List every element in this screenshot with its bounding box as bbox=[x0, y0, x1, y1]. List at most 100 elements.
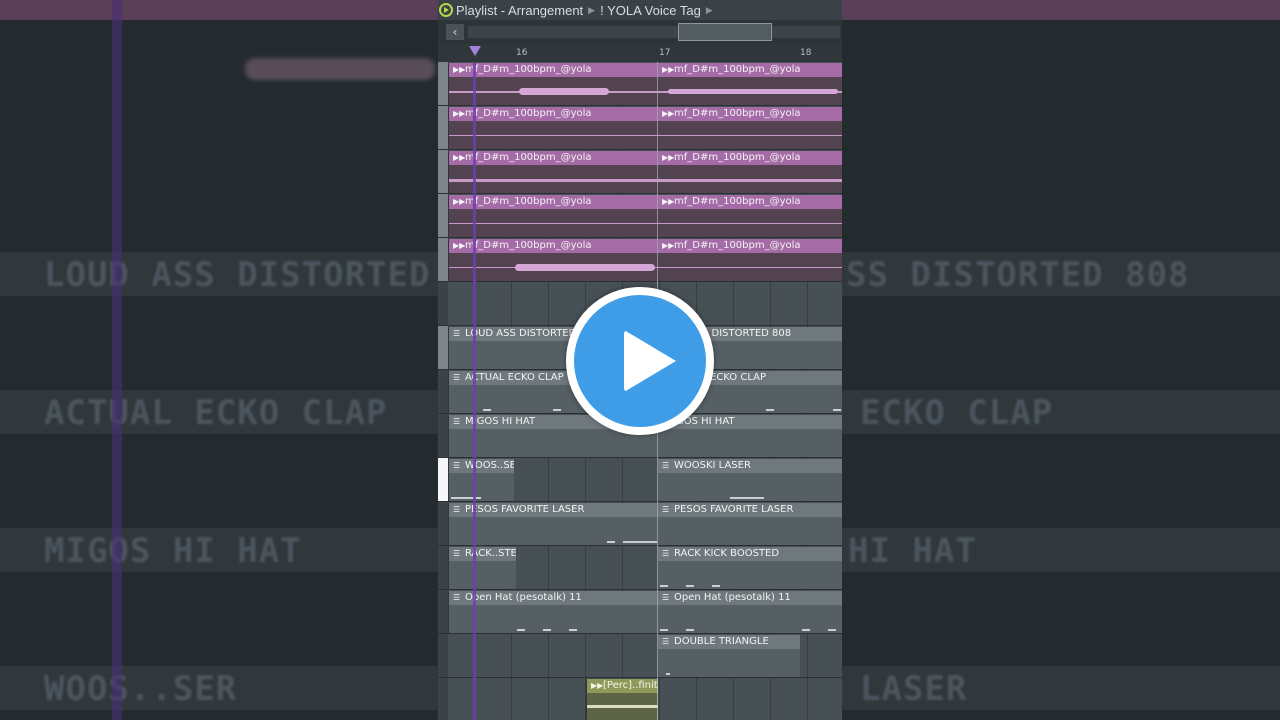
bg-label-woos: WOOS..SER bbox=[44, 669, 238, 709]
track-handle[interactable] bbox=[438, 458, 448, 501]
pattern-clip-icon: ☰ bbox=[453, 329, 461, 338]
track-row[interactable]: ☰ PESOS FAVORITE LASER ☰ PESOS FAVORITE LA… bbox=[438, 502, 842, 546]
track-handle[interactable] bbox=[438, 194, 448, 237]
fl-studio-play-icon[interactable] bbox=[439, 3, 453, 17]
clip-label: mf_D#m_100bpm_@yola bbox=[465, 240, 592, 251]
perc-clip[interactable]: ▶▶[Perc]..finite bbox=[586, 679, 658, 720]
pattern-clip[interactable]: ☰ DOUBLE TRIANGLE bbox=[657, 635, 800, 677]
track-handle[interactable] bbox=[438, 590, 448, 633]
pattern-clip-icon: ☰ bbox=[453, 505, 461, 514]
bg-label-ecko: ACTUAL ECKO CLAP bbox=[44, 393, 388, 433]
audio-clip-icon: ▶▶ bbox=[662, 109, 675, 118]
note bbox=[607, 541, 615, 543]
audio-clip[interactable]: ▶▶mf_D#m_100bpm_@yola bbox=[657, 63, 842, 105]
title-bar[interactable]: Playlist - Arrangement ▶ ! YOLA Voice Ta… bbox=[438, 0, 842, 20]
track-handle[interactable] bbox=[438, 282, 448, 325]
pattern-clip[interactable]: ☰RACK..STED bbox=[448, 547, 516, 589]
audio-clip[interactable]: ▶▶mf_D#m_100bpm_@yola bbox=[448, 239, 658, 281]
scroll-track[interactable] bbox=[468, 26, 840, 38]
pattern-clip-icon: ☰ bbox=[662, 549, 670, 558]
waveform bbox=[449, 179, 658, 182]
pattern-clip[interactable]: ☰WOOS..SER bbox=[448, 459, 514, 501]
playhead-line[interactable] bbox=[473, 62, 476, 720]
audio-clip[interactable]: ▶▶mf_D#m_100bpm_@yola bbox=[657, 195, 842, 237]
note bbox=[666, 673, 670, 675]
track-handle[interactable] bbox=[438, 150, 448, 193]
bg-playhead-line bbox=[112, 0, 122, 720]
pattern-clip[interactable]: ☰ RACK KICK BOOSTED bbox=[657, 547, 842, 589]
play-button[interactable] bbox=[566, 287, 714, 435]
audio-clip[interactable]: ▶▶mf_D#m_100bpm_@yola bbox=[448, 195, 658, 237]
waveform bbox=[658, 179, 842, 182]
audio-clip[interactable]: ▶▶mf_D#m_100bpm_@yola bbox=[657, 151, 842, 193]
clip-label: mf_D#m_100bpm_@yola bbox=[674, 152, 801, 163]
audio-clip-icon: ▶▶ bbox=[453, 109, 466, 118]
track-handle[interactable] bbox=[438, 546, 448, 589]
play-icon[interactable] bbox=[574, 295, 706, 427]
track-handle[interactable] bbox=[438, 502, 448, 545]
track-handle[interactable] bbox=[438, 326, 448, 369]
track-row[interactable]: ☰ Open Hat (pesotalk) 11 ☰ Open Hat (pesot… bbox=[438, 590, 842, 634]
track-row[interactable]: ▶▶mf_D#m_100bpm_@yola ▶▶mf_D#m_100bpm_@y… bbox=[438, 62, 842, 106]
pattern-clip[interactable]: ☰ Open Hat (pesotalk) 11 bbox=[448, 591, 658, 633]
track-row[interactable]: ▶▶mf_D#m_100bpm_@yola ▶▶mf_D#m_100bpm_@y… bbox=[438, 150, 842, 194]
pattern-clip[interactable]: ☰ Open Hat (pesotalk) 11 bbox=[657, 591, 842, 633]
track-row[interactable]: ☰WOOS..SER ☰ WOOSKI LASER bbox=[438, 458, 842, 502]
note bbox=[686, 585, 694, 587]
audio-clip[interactable]: ▶▶mf_D#m_100bpm_@yola bbox=[448, 151, 658, 193]
playhead-marker-icon[interactable] bbox=[469, 46, 481, 56]
track-handle[interactable] bbox=[438, 370, 448, 413]
pattern-clip[interactable]: ☰ PESOS FAVORITE LASER bbox=[448, 503, 658, 545]
pattern-clip-icon: ☰ bbox=[453, 417, 461, 426]
audio-clip[interactable]: ▶▶mf_D#m_100bpm_@yola bbox=[657, 107, 842, 149]
pattern-clip[interactable]: GOS HI HAT bbox=[657, 415, 842, 457]
track-row[interactable]: ▶▶mf_D#m_100bpm_@yola ▶▶mf_D#m_100bpm_@y… bbox=[438, 194, 842, 238]
track-handle[interactable] bbox=[438, 62, 448, 105]
pattern-clip-icon: ☰ bbox=[662, 593, 670, 602]
note bbox=[686, 629, 694, 631]
audio-clip[interactable]: ▶▶mf_D#m_100bpm_@yola bbox=[448, 107, 658, 149]
clip-label: PESOS FAVORITE LASER bbox=[674, 504, 794, 515]
audio-clip[interactable]: ▶▶mf_D#m_100bpm_@yola bbox=[657, 239, 842, 281]
audio-clip-icon: ▶▶ bbox=[591, 681, 604, 690]
chevron-left-icon[interactable]: ‹ bbox=[446, 24, 464, 40]
waveform-peak bbox=[519, 88, 609, 95]
clip-label: Open Hat (pesotalk) 11 bbox=[465, 592, 582, 603]
waveform-peak bbox=[515, 264, 655, 271]
pattern-clip[interactable]: ☰ WOOSKI LASER bbox=[657, 459, 842, 501]
track-handle[interactable] bbox=[438, 106, 448, 149]
scroll-thumb[interactable] bbox=[678, 23, 772, 41]
audio-clip-icon: ▶▶ bbox=[453, 197, 466, 206]
pattern-clip-icon: ☰ bbox=[453, 461, 461, 470]
arrow-right-icon: ▶ bbox=[705, 4, 713, 15]
track-row[interactable]: ☰ DOUBLE TRIANGLE bbox=[438, 634, 842, 678]
track-row[interactable]: ▶▶[Perc]..finite bbox=[438, 678, 842, 720]
track-row[interactable]: ▶▶mf_D#m_100bpm_@yola ▶▶mf_D#m_100bpm_@y… bbox=[438, 106, 842, 150]
clip-label: mf_D#m_100bpm_@yola bbox=[465, 64, 592, 75]
audio-clip[interactable]: ▶▶mf_D#m_100bpm_@yola bbox=[448, 63, 658, 105]
note bbox=[833, 409, 841, 411]
note bbox=[623, 541, 657, 543]
note bbox=[553, 409, 561, 411]
waveform bbox=[449, 223, 658, 224]
pattern-clip[interactable]: ☰ PESOS FAVORITE LASER bbox=[657, 503, 842, 545]
pattern-clip-icon: ☰ bbox=[662, 505, 670, 514]
pattern-clip-icon: ☰ bbox=[662, 637, 670, 646]
pattern-name[interactable]: ! YOLA Voice Tag bbox=[600, 3, 701, 18]
track-handle[interactable] bbox=[438, 238, 448, 281]
clip-label: mf_D#m_100bpm_@yola bbox=[674, 240, 801, 251]
note bbox=[517, 629, 525, 631]
track-handle[interactable] bbox=[438, 414, 448, 457]
bg-audio-waveform bbox=[245, 58, 435, 80]
timeline-ruler[interactable]: 16 17 18 bbox=[438, 44, 842, 62]
track-row[interactable]: ☰RACK..STED ☰ RACK KICK BOOSTED bbox=[438, 546, 842, 590]
audio-clip-icon: ▶▶ bbox=[662, 197, 675, 206]
track-handle[interactable] bbox=[438, 678, 448, 720]
waveform bbox=[449, 135, 658, 136]
track-row[interactable]: ▶▶mf_D#m_100bpm_@yola ▶▶mf_D#m_100bpm_@y… bbox=[438, 238, 842, 282]
track-handle[interactable] bbox=[438, 634, 448, 677]
horizontal-scrollbar[interactable]: ‹ bbox=[438, 20, 842, 44]
window-title: Playlist - Arrangement bbox=[456, 2, 584, 18]
clip-label: ECKO CLAP bbox=[710, 372, 767, 383]
audio-clip-icon: ▶▶ bbox=[662, 241, 675, 250]
